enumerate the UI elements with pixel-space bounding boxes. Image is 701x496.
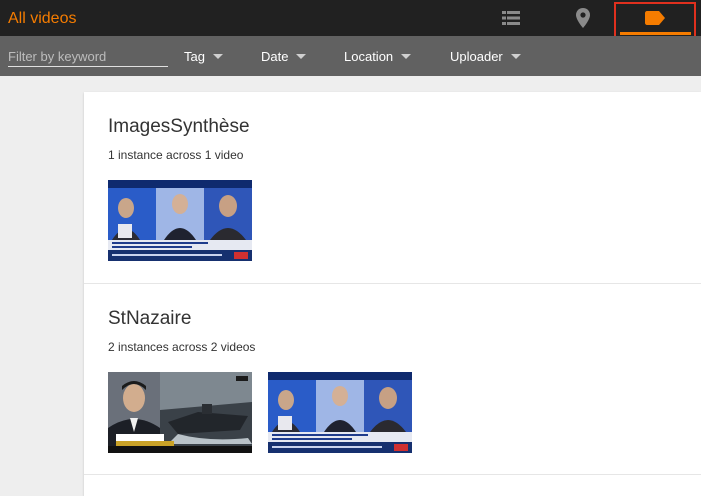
date-filter-label: Date [261, 48, 289, 64]
tag-group-title[interactable]: StNazaire [108, 308, 191, 330]
location-filter-dropdown[interactable]: Location [344, 36, 412, 76]
video-thumbnail[interactable] [108, 372, 252, 453]
uploader-filter-dropdown[interactable]: Uploader [450, 36, 521, 76]
video-thumbnail[interactable] [108, 180, 252, 261]
map-pin-icon [576, 8, 590, 28]
map-view-button[interactable] [566, 0, 600, 36]
video-thumbnail[interactable] [268, 372, 412, 453]
news-anchor-thumbnail-image [108, 372, 252, 453]
caret-down-icon [296, 53, 307, 59]
location-filter-label: Location [344, 48, 394, 64]
tag-filter-label: Tag [184, 48, 205, 64]
page-title[interactable]: All videos [8, 9, 76, 29]
keyword-filter-input[interactable] [8, 46, 168, 67]
filter-bar: Tag Date Location Uploader [0, 36, 701, 76]
tag-group-subtitle: 1 instance across 1 video [108, 148, 244, 162]
list-icon [502, 11, 520, 25]
news-studio-thumbnail-image [108, 180, 252, 261]
date-filter-dropdown[interactable]: Date [261, 36, 307, 76]
uploader-filter-label: Uploader [450, 48, 503, 64]
tag-filter-dropdown[interactable]: Tag [184, 36, 223, 76]
top-bar: All videos [0, 0, 701, 36]
caret-down-icon [401, 53, 412, 59]
tag-group: StNazaire 2 instances across 2 videos [84, 284, 701, 475]
tag-group: ImagesSynthèse 1 instance across 1 video [84, 92, 701, 284]
tag-group-subtitle: 2 instances across 2 videos [108, 340, 256, 354]
news-studio-thumbnail-image [268, 372, 412, 453]
results-panel: ImagesSynthèse 1 instance across 1 video [84, 92, 701, 496]
list-view-button[interactable] [494, 0, 528, 36]
caret-down-icon [212, 53, 223, 59]
tag-group-title[interactable]: ImagesSynthèse [108, 116, 250, 138]
caret-down-icon [510, 53, 521, 59]
